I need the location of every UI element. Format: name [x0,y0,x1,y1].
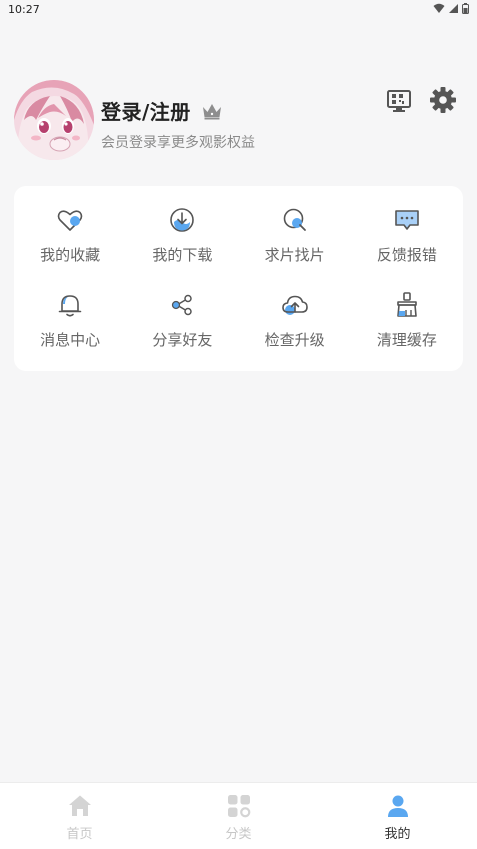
menu-item-downloads[interactable]: 我的下载 [126,186,238,279]
feature-menu-grid: 我的收藏 我的下载 求片找片 反馈报错 消息中心 分享好友 检查升级 清理缓存 [14,186,463,371]
menu-item-share[interactable]: 分享好友 [126,279,238,371]
menu-item-label: 我的下载 [152,246,213,264]
settings-button[interactable] [429,86,457,114]
wifi-icon [433,3,445,13]
login-register-row[interactable]: 登录/注册 [101,96,223,125]
crown-icon [202,103,221,119]
menu-item-check-update[interactable]: 检查升级 [239,279,351,371]
signal-icon [449,4,458,13]
bell-icon [58,295,82,317]
feature-menu-card: 我的收藏 我的下载 求片找片 反馈报错 消息中心 分享好友 检查升级 清理缓存 [14,186,463,371]
qr-scan-button[interactable] [386,88,412,114]
menu-item-messages[interactable]: 消息中心 [14,279,126,371]
heart-icon [57,210,83,231]
menu-item-label: 我的收藏 [40,246,101,264]
status-time: 10:27 [8,3,40,16]
status-icons [433,3,469,14]
cloud-upload-icon [281,295,308,315]
home-icon [68,795,91,816]
avatar-image [14,80,94,160]
nav-label: 首页 [66,827,93,842]
menu-item-label: 清理缓存 [376,331,437,349]
search-icon [283,208,306,231]
menu-item-label: 反馈报错 [376,246,437,264]
broom-icon [397,292,417,317]
menu-item-favorites[interactable]: 我的收藏 [14,186,126,279]
share-icon [172,294,193,316]
menu-item-label: 消息中心 [40,331,101,349]
menu-item-feedback[interactable]: 反馈报错 [351,186,463,279]
menu-item-clear-cache[interactable]: 清理缓存 [351,279,463,371]
category-grid-icon [227,795,250,818]
nav-item-profile[interactable]: 我的 [318,783,477,849]
nav-item-category[interactable]: 分类 [159,783,318,849]
nav-label: 分类 [225,827,252,842]
avatar[interactable] [14,80,94,160]
battery-icon [462,3,469,14]
menu-item-label: 求片找片 [264,246,325,264]
profile-icon [387,795,408,817]
login-subtitle: 会员登录享更多观影权益 [101,135,255,151]
qr-code-icon [387,90,411,112]
menu-item-request-movie[interactable]: 求片找片 [239,186,351,279]
feedback-chat-icon [395,210,419,230]
status-bar: 10:27 [0,0,477,22]
gear-icon [430,87,456,113]
nav-item-home[interactable]: 首页 [0,783,159,849]
nav-label: 我的 [384,827,411,842]
download-icon [170,208,195,232]
login-register-title[interactable]: 登录/注册 [101,96,191,125]
bottom-nav: 首页 分类 我的 [0,782,477,849]
menu-item-label: 检查升级 [264,331,325,349]
menu-item-label: 分享好友 [152,331,213,349]
